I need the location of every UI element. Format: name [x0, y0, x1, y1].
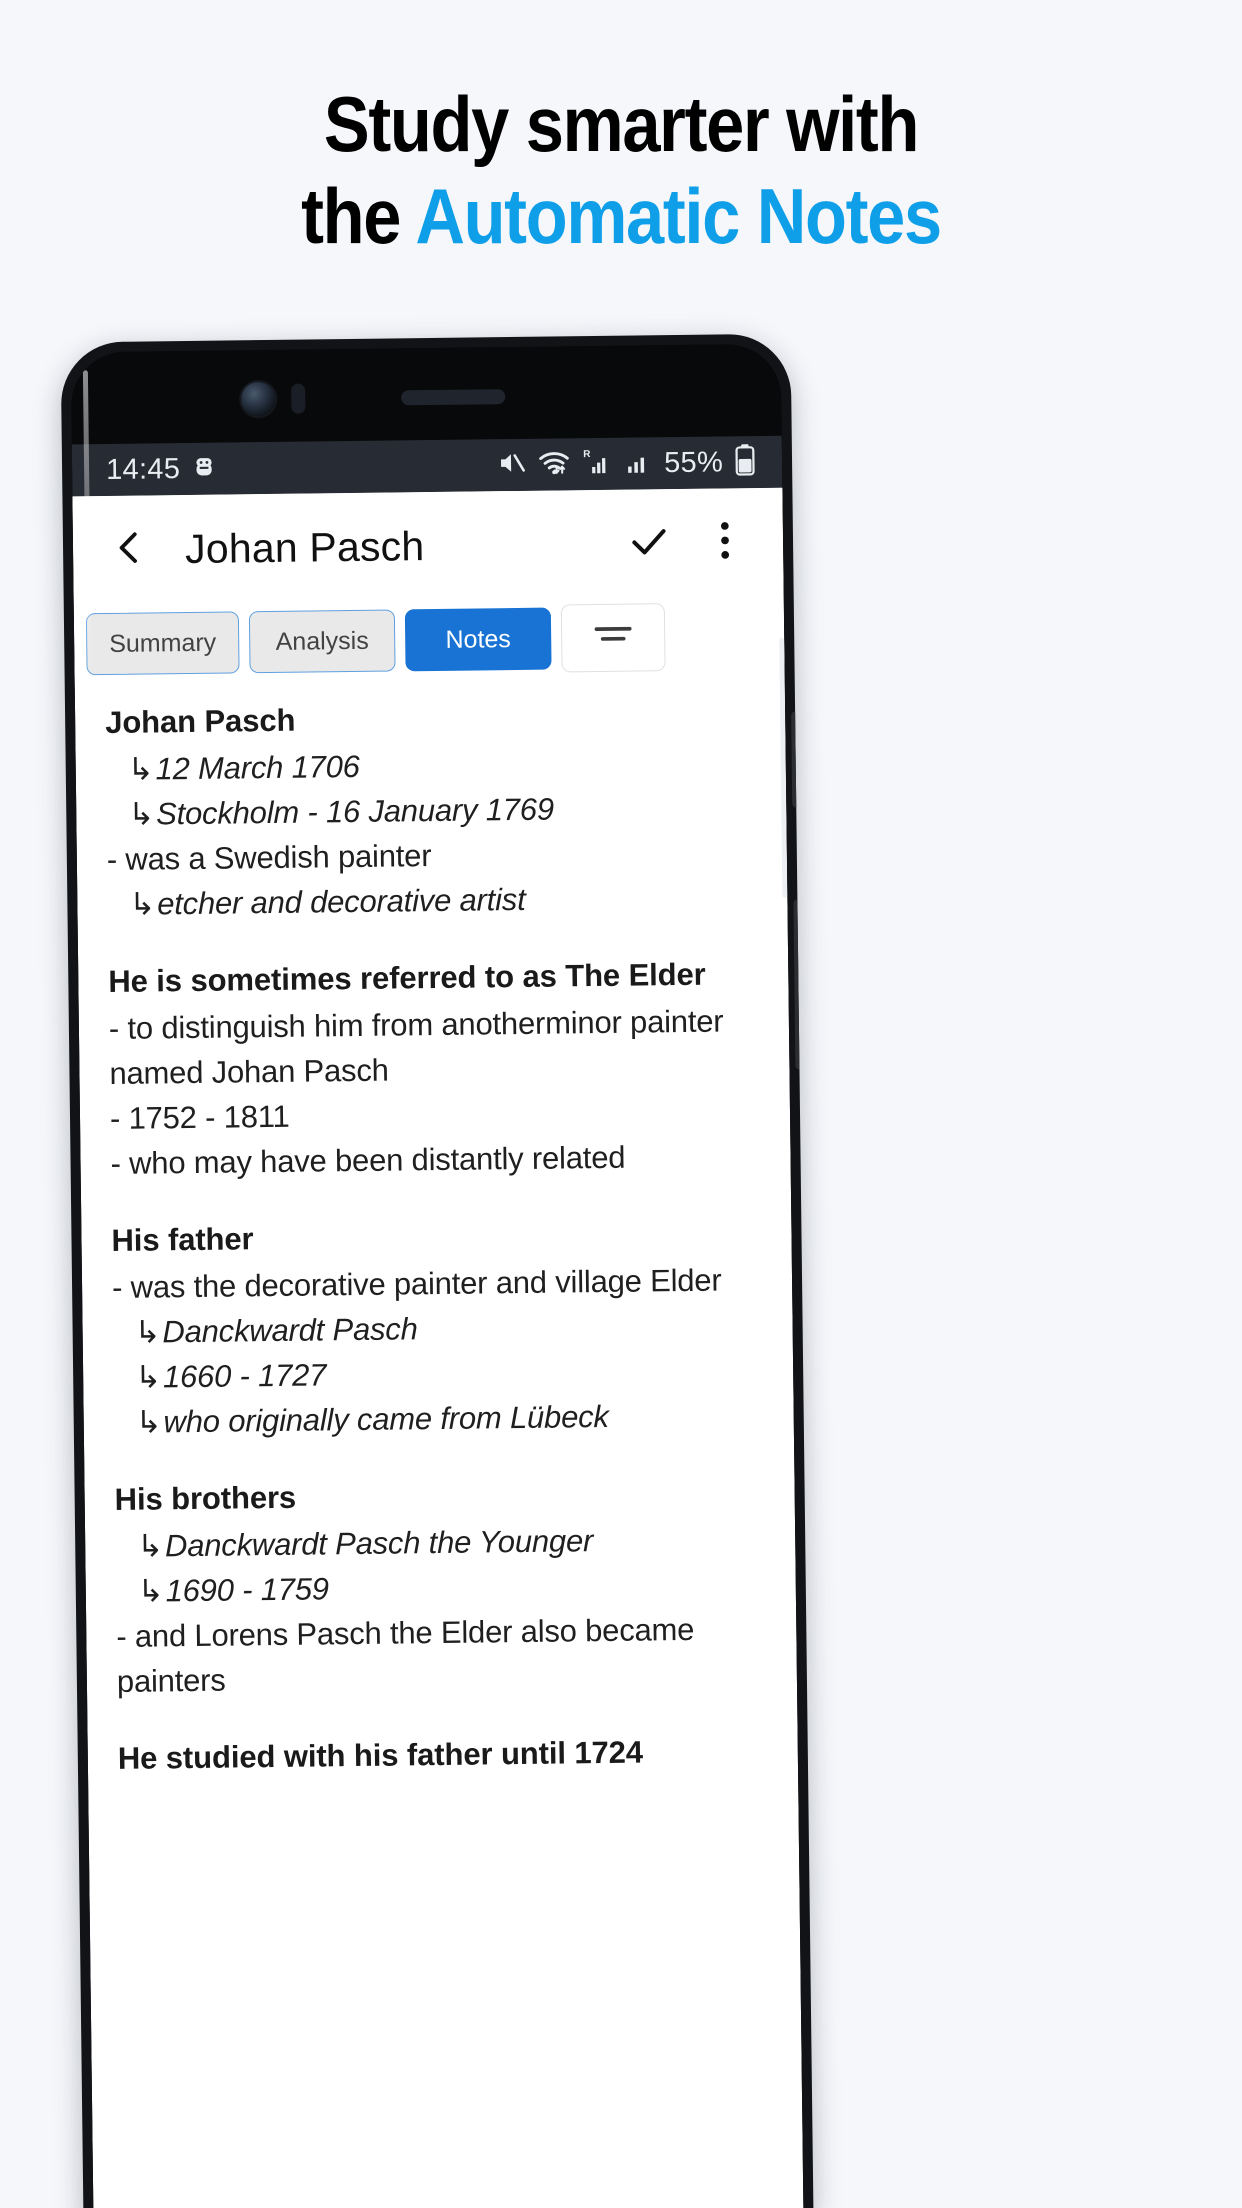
phone-mockup: 14:45 R 55% Johan Pasch Summary Analysis…	[60, 333, 814, 2208]
check-icon	[627, 519, 672, 569]
sub-arrow-icon: ↳	[129, 886, 156, 922]
note-heading: He is sometimes referred to as The Elder	[108, 956, 706, 999]
note-dash-line: - to distinguish him from anotherminor p…	[108, 1003, 724, 1091]
sub-arrow-icon: ↳	[128, 796, 155, 832]
tab-analysis-label: Analysis	[275, 626, 369, 656]
sensor-icon	[291, 383, 306, 414]
promo-headline: Study smarter with the Automatic Notes	[75, 78, 1168, 262]
sub-arrow-icon: ↳	[137, 1573, 164, 1609]
promo-page: Study smarter with the Automatic Notes 1…	[0, 0, 1242, 2208]
note-line-text: etcher and decorative artist	[156, 881, 526, 922]
note-line-text: Stockholm - 16 January 1769	[155, 791, 555, 832]
confirm-button[interactable]	[623, 517, 676, 570]
status-bar-clock: 14:45	[105, 452, 181, 486]
tab-notes[interactable]: Notes	[404, 607, 552, 672]
headline-line-1: Study smarter with	[323, 80, 919, 168]
note-line-text: 1690 - 1759	[165, 1571, 330, 1609]
sub-arrow-icon: ↳	[135, 1404, 162, 1440]
note-sub-line: ↳who originally came from Lübeck	[113, 1392, 768, 1445]
phone-screen-area: 14:45 R 55% Johan Pasch Summary Analysis…	[70, 343, 804, 2208]
back-chevron-icon	[109, 527, 150, 572]
filter-icon	[593, 623, 633, 652]
status-bar: 14:45 R 55%	[71, 435, 783, 497]
mute-icon	[496, 447, 526, 482]
note-heading: Johan Pasch	[104, 702, 296, 741]
note-sub-line: ↳Stockholm - 16 January 1769	[106, 784, 761, 837]
svg-text:R: R	[583, 449, 591, 460]
sub-arrow-icon: ↳	[134, 1359, 162, 1395]
note-dash-line: - who may have been distantly related	[110, 1139, 626, 1181]
phone-side-button-lower	[793, 899, 806, 1070]
app-bar-actions	[623, 516, 758, 570]
note-line-text: 1660 - 1727	[162, 1357, 327, 1395]
headline-line-2-plain: the	[301, 172, 416, 260]
android-icon	[191, 453, 217, 484]
tab-analysis[interactable]: Analysis	[248, 609, 396, 674]
headline-line-2: the Automatic Notes	[75, 170, 1168, 262]
note-sub-line: ↳Danckwardt Pasch the Younger	[115, 1516, 770, 1569]
sub-arrow-icon: ↳	[137, 1528, 164, 1564]
tab-summary-label: Summary	[109, 628, 217, 658]
note-dash-line: - was the decorative painter and village…	[111, 1262, 722, 1305]
note-block: He studied with his father until 1724	[88, 1730, 798, 1781]
back-button[interactable]	[103, 523, 156, 576]
note-block: His father - was the decorative painter …	[81, 1212, 794, 1446]
note-line-text: 12 March 1706	[155, 748, 360, 787]
filter-button[interactable]	[560, 603, 666, 673]
app-bar: Johan Pasch	[72, 487, 784, 605]
note-sub-line: ↳1690 - 1759	[116, 1561, 771, 1614]
phone-side-button-upper	[791, 711, 803, 808]
more-vertical-icon	[708, 520, 743, 565]
note-dash-line: - was a Swedish painter	[106, 838, 432, 878]
tab-notes-label: Notes	[445, 624, 511, 654]
app-screen: Johan Pasch Summary Analysis Notes Johan…	[72, 487, 804, 2208]
sub-arrow-icon: ↳	[134, 1314, 161, 1350]
signal-icon	[623, 446, 653, 481]
status-bar-right: R 55%	[496, 443, 756, 484]
note-line-text: who originally came from Lübeck	[163, 1398, 609, 1440]
note-block: His brothers ↳Danckwardt Pasch the Young…	[84, 1471, 797, 1705]
battery-icon	[734, 443, 756, 481]
earpiece-speaker	[401, 389, 506, 406]
note-line-text: Danckwardt Pasch	[162, 1311, 418, 1350]
phone-notch	[70, 343, 782, 445]
roaming-signal-icon: R	[582, 446, 612, 481]
note-dash-line: - 1752 - 1811	[109, 1098, 290, 1136]
tab-summary[interactable]: Summary	[85, 611, 240, 676]
status-bar-left: 14:45	[106, 452, 217, 486]
battery-percent-label: 55%	[663, 445, 724, 479]
tab-chip-row: Summary Analysis Notes	[73, 595, 785, 689]
front-camera-icon	[239, 379, 278, 419]
overflow-menu-button[interactable]	[699, 516, 752, 569]
note-line-text: Danckwardt Pasch the Younger	[164, 1523, 594, 1564]
note-sub-line: ↳1660 - 1727	[113, 1347, 768, 1400]
note-block: He is sometimes referred to as The Elder…	[78, 953, 791, 1187]
page-title: Johan Pasch	[184, 522, 425, 572]
note-sub-line: ↳Danckwardt Pasch	[112, 1302, 767, 1355]
notes-content: Johan Pasch ↳12 March 1706 ↳Stockholm - …	[75, 680, 798, 1781]
wifi-icon	[537, 447, 571, 482]
headline-line-2-accent: Automatic Notes	[415, 172, 942, 260]
note-sub-line: ↳12 March 1706	[105, 739, 760, 792]
note-heading: His brothers	[114, 1479, 297, 1517]
note-heading: He studied with his father until 1724	[117, 1734, 644, 1776]
note-dash-line: - and Lorens Pasch the Elder also became…	[116, 1611, 695, 1699]
note-heading: His father	[111, 1221, 254, 1258]
sub-arrow-icon: ↳	[127, 751, 154, 787]
note-sub-line: ↳etcher and decorative artist	[107, 874, 762, 927]
note-block: Johan Pasch ↳12 March 1706 ↳Stockholm - …	[75, 694, 788, 928]
